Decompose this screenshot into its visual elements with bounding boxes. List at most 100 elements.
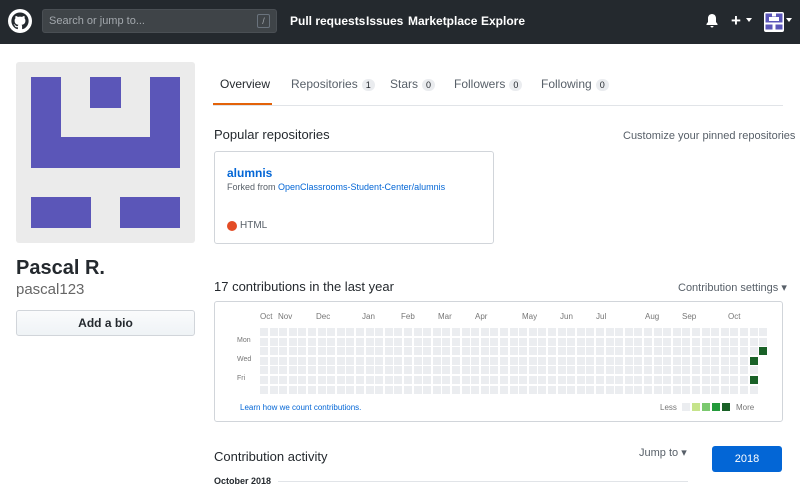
contribution-day-cell[interactable] bbox=[365, 366, 374, 375]
contribution-day-cell[interactable] bbox=[548, 337, 556, 346]
contribution-day-cell[interactable] bbox=[423, 347, 432, 356]
contribution-day-cell[interactable] bbox=[384, 337, 393, 346]
contribution-day-cell[interactable] bbox=[634, 347, 643, 356]
contribution-day-cell[interactable] bbox=[711, 356, 720, 365]
contribution-day-cell[interactable] bbox=[356, 347, 364, 356]
contribution-day-cell[interactable] bbox=[528, 376, 537, 384]
contribution-day-cell[interactable] bbox=[528, 347, 537, 356]
tab-repositories[interactable]: Repositories 1 bbox=[291, 77, 375, 91]
contribution-day-cell[interactable] bbox=[346, 376, 355, 384]
contribution-day-cell[interactable] bbox=[365, 356, 374, 365]
contribution-day-cell[interactable] bbox=[692, 337, 700, 346]
contribution-day-cell[interactable] bbox=[432, 385, 441, 394]
contribution-day-cell[interactable] bbox=[404, 328, 412, 336]
contribution-day-cell[interactable] bbox=[317, 337, 326, 346]
contribution-day-cell[interactable] bbox=[672, 366, 681, 375]
contribution-day-cell[interactable] bbox=[317, 376, 326, 384]
contribution-day-cell[interactable] bbox=[701, 347, 710, 356]
contribution-day-cell[interactable] bbox=[509, 376, 518, 384]
contribution-day-cell[interactable] bbox=[586, 385, 595, 394]
contribution-day-cell[interactable] bbox=[471, 385, 480, 394]
contribution-day-cell[interactable] bbox=[260, 356, 268, 365]
contribution-day-cell[interactable] bbox=[624, 366, 633, 375]
contribution-day-cell[interactable] bbox=[279, 376, 288, 384]
contribution-day-cell[interactable] bbox=[740, 337, 748, 346]
contribution-day-cell[interactable] bbox=[576, 347, 585, 356]
contribution-day-cell[interactable] bbox=[509, 328, 518, 336]
contribution-day-cell[interactable] bbox=[519, 328, 528, 336]
contribution-day-cell[interactable] bbox=[567, 385, 576, 394]
contribution-day-cell[interactable] bbox=[509, 366, 518, 375]
contribution-day-cell[interactable] bbox=[701, 376, 710, 384]
contribution-day-cell[interactable] bbox=[490, 337, 499, 346]
contribution-day-cell[interactable] bbox=[269, 356, 278, 365]
contribution-day-cell[interactable] bbox=[269, 376, 278, 384]
contribution-day-cell[interactable] bbox=[260, 328, 268, 336]
contribution-day-cell[interactable] bbox=[260, 376, 268, 384]
contribution-day-cell[interactable] bbox=[452, 337, 460, 346]
contribution-day-cell[interactable] bbox=[634, 385, 643, 394]
contribution-day-cell[interactable] bbox=[384, 366, 393, 375]
contribution-day-cell[interactable] bbox=[692, 347, 700, 356]
contribution-day-cell[interactable] bbox=[356, 328, 364, 336]
contribution-day-cell[interactable] bbox=[327, 337, 336, 346]
contribution-day-cell[interactable] bbox=[432, 328, 441, 336]
profile-avatar[interactable] bbox=[16, 62, 195, 243]
contribution-day-cell[interactable] bbox=[663, 376, 672, 384]
contribution-day-cell[interactable] bbox=[749, 347, 758, 356]
nav-issues[interactable]: Issues bbox=[366, 14, 403, 28]
contribution-day-cell[interactable] bbox=[682, 366, 691, 375]
contribution-day-cell[interactable] bbox=[711, 347, 720, 356]
contribution-day-cell[interactable] bbox=[260, 347, 268, 356]
contribution-day-cell[interactable] bbox=[576, 328, 585, 336]
contribution-day-cell[interactable] bbox=[634, 328, 643, 336]
contribution-day-cell[interactable] bbox=[490, 385, 499, 394]
contribution-day-cell[interactable] bbox=[749, 356, 758, 365]
contribution-day-cell[interactable] bbox=[298, 376, 307, 384]
nav-pull-requests[interactable]: Pull requests bbox=[290, 14, 365, 28]
contribution-day-cell[interactable] bbox=[480, 366, 489, 375]
contribution-day-cell[interactable] bbox=[500, 328, 508, 336]
contribution-day-cell[interactable] bbox=[404, 366, 412, 375]
contribution-day-cell[interactable] bbox=[576, 356, 585, 365]
contribution-day-cell[interactable] bbox=[423, 366, 432, 375]
contribution-day-cell[interactable] bbox=[663, 328, 672, 336]
contribution-day-cell[interactable] bbox=[288, 385, 297, 394]
contribution-day-cell[interactable] bbox=[480, 376, 489, 384]
contribution-day-cell[interactable] bbox=[576, 376, 585, 384]
contribution-day-cell[interactable] bbox=[327, 385, 336, 394]
contribution-day-cell[interactable] bbox=[749, 328, 758, 336]
contribution-day-cell[interactable] bbox=[720, 366, 729, 375]
contribution-day-cell[interactable] bbox=[490, 366, 499, 375]
contribution-day-cell[interactable] bbox=[653, 356, 662, 365]
contribution-day-cell[interactable] bbox=[740, 328, 748, 336]
nav-explore[interactable]: Explore bbox=[481, 14, 525, 28]
contribution-day-cell[interactable] bbox=[404, 347, 412, 356]
contribution-day-cell[interactable] bbox=[461, 385, 470, 394]
contribution-day-cell[interactable] bbox=[749, 376, 758, 384]
contribution-day-cell[interactable] bbox=[365, 385, 374, 394]
contribution-day-cell[interactable] bbox=[336, 356, 345, 365]
contribution-day-cell[interactable] bbox=[519, 356, 528, 365]
contribution-day-cell[interactable] bbox=[288, 347, 297, 356]
tab-stars[interactable]: Stars 0 bbox=[390, 77, 436, 91]
contribution-day-cell[interactable] bbox=[644, 376, 652, 384]
contribution-day-cell[interactable] bbox=[471, 356, 480, 365]
contribution-day-cell[interactable] bbox=[461, 356, 470, 365]
contribution-day-cell[interactable] bbox=[490, 328, 499, 336]
contribution-day-cell[interactable] bbox=[452, 376, 460, 384]
contribution-day-cell[interactable] bbox=[692, 385, 700, 394]
contribution-day-cell[interactable] bbox=[605, 328, 614, 336]
contribution-day-cell[interactable] bbox=[615, 366, 624, 375]
contribution-day-cell[interactable] bbox=[480, 385, 489, 394]
contribution-day-cell[interactable] bbox=[720, 337, 729, 346]
contribution-day-cell[interactable] bbox=[624, 385, 633, 394]
contribution-day-cell[interactable] bbox=[500, 356, 508, 365]
contribution-day-cell[interactable] bbox=[442, 376, 451, 384]
contribution-day-cell[interactable] bbox=[519, 347, 528, 356]
contribution-day-cell[interactable] bbox=[423, 356, 432, 365]
contribution-day-cell[interactable] bbox=[624, 356, 633, 365]
contribution-day-cell[interactable] bbox=[500, 366, 508, 375]
contribution-day-cell[interactable] bbox=[298, 366, 307, 375]
contribution-day-cell[interactable] bbox=[586, 337, 595, 346]
